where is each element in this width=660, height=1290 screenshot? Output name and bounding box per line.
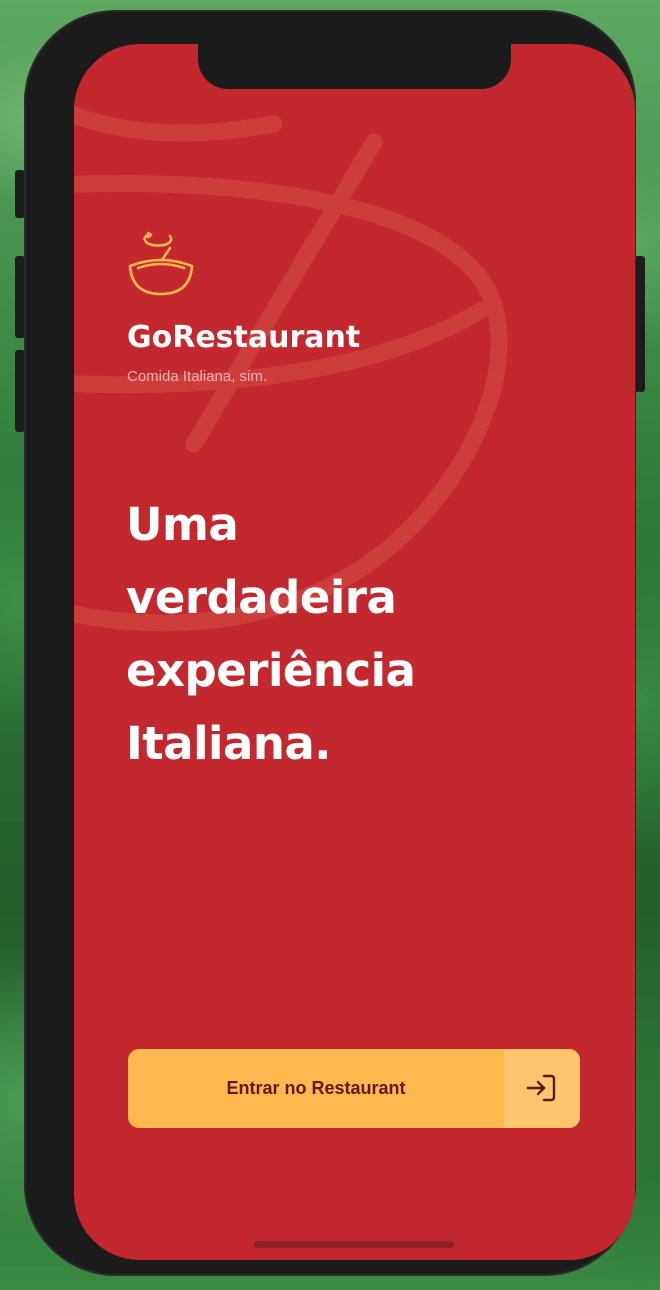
- app-name: GoRestaurant: [127, 320, 361, 355]
- enter-restaurant-button[interactable]: Entrar no Restaurant: [128, 1049, 580, 1128]
- power-button: [635, 256, 645, 392]
- app-screen: GoRestaurant Comida Italiana, sim. Uma v…: [74, 44, 635, 1260]
- phone-frame: GoRestaurant Comida Italiana, sim. Uma v…: [24, 10, 636, 1276]
- hero-line: experiência: [126, 644, 416, 697]
- hero-line: Uma: [126, 498, 239, 551]
- log-in-icon: [526, 1074, 556, 1102]
- enter-button-label: Entrar no Restaurant: [226, 1078, 406, 1098]
- hero-headline: Uma verdadeira experiência Italiana.: [126, 488, 566, 780]
- app-tagline: Comida Italiana, sim.: [127, 368, 268, 385]
- home-indicator[interactable]: [254, 1241, 454, 1248]
- device-notch: [198, 44, 511, 89]
- hero-line: verdadeira: [126, 571, 397, 624]
- enter-button-icon-box: [504, 1049, 580, 1128]
- soup-bowl-logo-icon: [128, 231, 194, 296]
- hero-line: Italiana.: [126, 717, 331, 770]
